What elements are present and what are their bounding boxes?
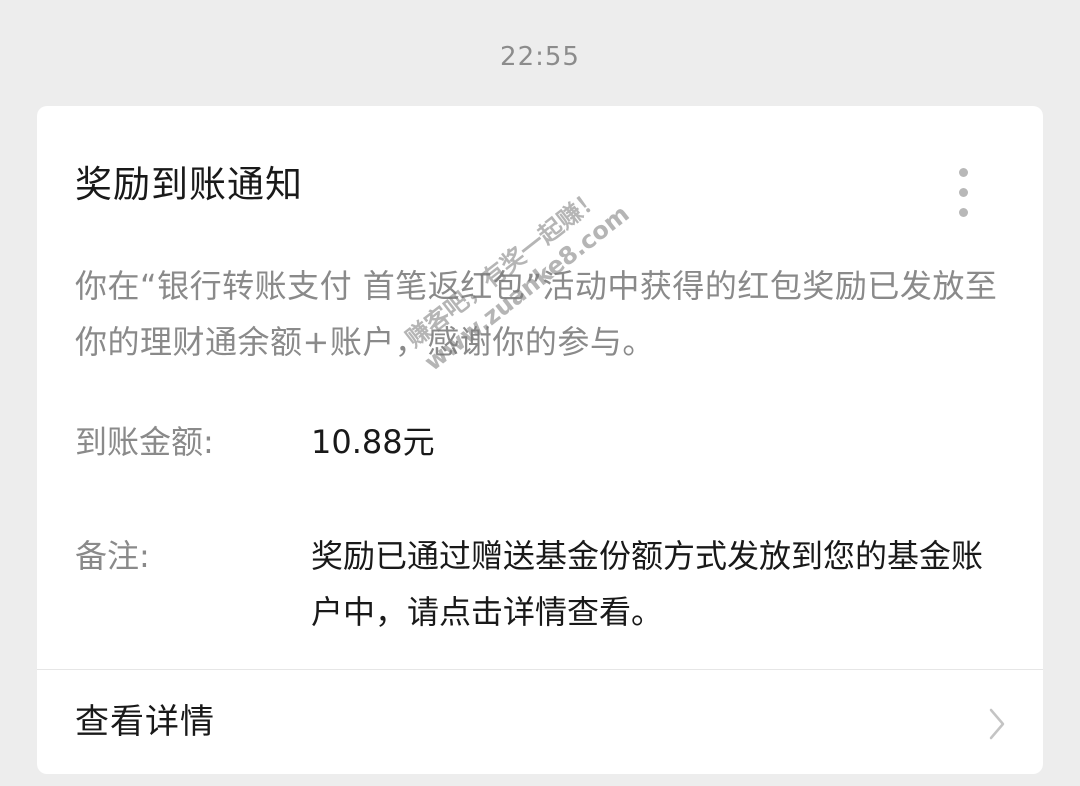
remark-value: 奖励已通过赠送基金份额方式发放到您的基金账户中，请点击详情查看。 <box>311 537 984 631</box>
message-timestamp: 22:55 <box>500 42 580 72</box>
more-dot <box>959 208 968 217</box>
chevron-right-icon <box>989 708 1005 740</box>
amount-value: 10.88元 <box>311 423 435 461</box>
notification-description: 你在“银行转账支付 首笔返红包”活动中获得的红包奖励已发放至你的理财通余额+账户… <box>75 267 998 361</box>
card-title: 奖励到账通知 <box>75 163 303 206</box>
amount-label: 到账金额: <box>75 423 214 461</box>
remark-label: 备注: <box>75 537 150 575</box>
more-vertical-icon <box>959 168 968 177</box>
notification-card: 奖励到账通知 你在“银行转账支付 首笔返红包”活动中获得的红包奖励已发放至你的理… <box>37 106 1043 774</box>
view-details-link[interactable]: 查看详情 <box>37 670 1043 774</box>
remark-row: 备注: 奖励已通过赠送基金份额方式发放到您的基金账户中，请点击详情查看。 <box>75 528 1015 640</box>
view-details-label: 查看详情 <box>75 702 215 742</box>
more-dot <box>959 188 968 197</box>
amount-row: 到账金额: 10.88元 <box>75 414 1015 470</box>
more-options-button[interactable] <box>949 168 977 218</box>
